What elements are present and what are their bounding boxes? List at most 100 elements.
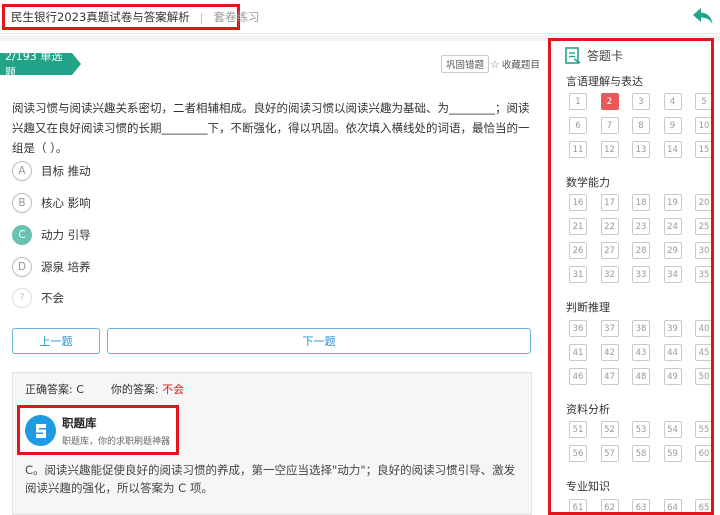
question-number-cell[interactable]: 42 — [600, 344, 619, 361]
question-number-cell[interactable]: 3 — [632, 93, 650, 110]
question-number-cell[interactable]: 46 — [569, 368, 587, 385]
question-number-cell[interactable]: 37 — [600, 320, 619, 337]
question-number-cell[interactable]: 62 — [600, 499, 619, 512]
favorite-label: 收藏题目 — [501, 60, 540, 71]
question-pane: 2/193 单选题 巩固错题 ☆ 收藏题目 阅读习惯与阅读兴趣关系密切，二者相辅… — [0, 41, 548, 515]
question-number-cell[interactable]: 20 — [695, 194, 711, 211]
answer-explanation: C。阅读兴趣能促使良好的阅读习惯的养成，第一空应当选择"动力"；良好的阅读习惯引… — [25, 463, 516, 495]
correct-answer-value: C — [76, 383, 84, 396]
question-number-cell[interactable]: 21 — [569, 218, 587, 235]
question-number-cell[interactable]: 28 — [632, 242, 650, 259]
consolidate-errors-button[interactable]: 巩固错题 — [441, 55, 490, 73]
next-question-button[interactable]: 下一题 — [107, 328, 531, 354]
question-number-cell[interactable]: 43 — [632, 344, 650, 361]
star-icon: ☆ — [490, 57, 500, 71]
question-number-cell[interactable]: 12 — [600, 141, 619, 158]
section-title: 数学能力 — [566, 176, 610, 189]
brand-slogan: 职题库，你的求职刷题神器 — [62, 437, 171, 447]
question-number-cell[interactable]: 5 — [695, 93, 711, 110]
question-number-cell[interactable]: 44 — [663, 344, 682, 361]
question-number-cell[interactable]: 48 — [632, 368, 650, 385]
question-number-cell[interactable]: 7 — [600, 117, 619, 134]
question-number-cell[interactable]: 11 — [569, 141, 587, 158]
question-number-cell[interactable]: 33 — [632, 266, 650, 283]
question-number-cell[interactable]: 54 — [663, 421, 682, 438]
question-number-cell[interactable]: 35 — [695, 266, 711, 283]
question-number-cell[interactable]: 29 — [663, 242, 682, 259]
question-number-cell[interactable]: 40 — [695, 320, 711, 337]
question-number-cell[interactable]: 60 — [695, 445, 711, 462]
question-mark-icon: ? — [12, 288, 32, 308]
question-number-cell[interactable]: 1 — [569, 93, 587, 110]
question-number-cell[interactable]: 13 — [632, 141, 650, 158]
question-number-cell[interactable]: 41 — [569, 344, 587, 361]
title-separator: | — [199, 10, 204, 24]
question-number-cell[interactable]: 24 — [663, 218, 682, 235]
question-number-cell[interactable]: 10 — [695, 117, 711, 134]
practice-mode-label[interactable]: 套卷练习 — [213, 9, 259, 25]
option-text: 源泉 培养 — [41, 260, 91, 274]
question-number-cell[interactable]: 65 — [695, 499, 711, 512]
question-number-cell[interactable]: 14 — [663, 141, 682, 158]
favorite-question-button[interactable]: ☆ 收藏题目 — [490, 55, 540, 73]
question-number-cell[interactable]: 57 — [600, 445, 619, 462]
question-text: 阅读习惯与阅读兴趣关系密切，二者相辅相成。良好的阅读习惯以阅读兴趣为基础、为__… — [12, 101, 530, 155]
option-a[interactable]: A 目标 推动 — [12, 160, 91, 182]
answer-summary: 正确答案: C 你的答案: 不会 — [25, 381, 184, 397]
question-number-cell[interactable]: 36 — [569, 320, 587, 337]
question-number-cell[interactable]: 6 — [569, 117, 587, 134]
question-number-cell[interactable]: 26 — [569, 242, 587, 259]
question-number-cell[interactable]: 38 — [632, 320, 650, 337]
question-number-cell[interactable]: 61 — [569, 499, 587, 512]
title-highlight-box: 民生银行2023真题试卷与答案解析 | 套卷练习 — [2, 4, 259, 30]
question-number-cell[interactable]: 30 — [695, 242, 711, 259]
question-number-cell[interactable]: 59 — [663, 445, 682, 462]
option-text: 不会 — [41, 291, 64, 305]
question-grid: 16 17 18 19 20 21 22 23 24 25 26 27 28 29 30 31 32 33 34 35 — [569, 194, 711, 283]
question-number-cell[interactable]: 49 — [663, 368, 682, 385]
question-number-cell[interactable]: 34 — [663, 266, 682, 283]
question-number-cell[interactable]: 9 — [663, 117, 682, 134]
question-number-cell[interactable]: 63 — [632, 499, 650, 512]
prev-question-button[interactable]: 上一题 — [12, 328, 100, 354]
question-number-cell[interactable]: 23 — [632, 218, 650, 235]
question-number-cell[interactable]: 39 — [663, 320, 682, 337]
question-number-cell[interactable]: 56 — [569, 445, 587, 462]
section-title: 言语理解与表达 — [566, 75, 643, 88]
question-grid: 36 37 38 39 40 41 42 43 44 45 46 47 48 49 50 — [569, 320, 711, 385]
question-number-cell[interactable]: 17 — [600, 194, 619, 211]
answer-card-panel: 答题卡 言语理解与表达 1 2 3 4 5 6 7 8 9 10 11 12 13 14 15 数学能力 1… — [548, 38, 714, 515]
question-number-cell[interactable]: 22 — [600, 218, 619, 235]
question-number-cell[interactable]: 18 — [632, 194, 650, 211]
question-number-cell[interactable]: 47 — [600, 368, 619, 385]
option-d[interactable]: D 源泉 培养 — [12, 256, 91, 278]
question-number-cell[interactable]: 4 — [663, 93, 682, 110]
question-number-cell[interactable]: 55 — [695, 421, 711, 438]
option-text: 动力 引导 — [41, 228, 91, 242]
question-number-cell[interactable]: 31 — [569, 266, 587, 283]
option-dont-know[interactable]: ? 不会 — [12, 287, 64, 309]
question-number-cell[interactable]: 2 — [600, 93, 619, 110]
question-number-cell[interactable]: 51 — [569, 421, 587, 438]
section-title: 判断推理 — [566, 301, 610, 314]
brand-highlight-box: 职题库 职题库，你的求职刷题神器 — [17, 405, 179, 455]
option-b[interactable]: B 核心 影响 — [12, 192, 91, 214]
option-c[interactable]: C 动力 引导 — [12, 224, 91, 246]
question-number-cell[interactable]: 8 — [632, 117, 650, 134]
question-number-cell[interactable]: 19 — [663, 194, 682, 211]
section-title: 资料分析 — [566, 403, 610, 416]
question-number-cell[interactable]: 64 — [663, 499, 682, 512]
question-number-cell[interactable]: 45 — [695, 344, 711, 361]
question-number-cell[interactable]: 58 — [632, 445, 650, 462]
question-number-cell[interactable]: 52 — [600, 421, 619, 438]
question-number-cell[interactable]: 50 — [695, 368, 711, 385]
option-letter: C — [12, 225, 32, 245]
back-arrow-icon[interactable] — [692, 6, 714, 26]
question-number-cell[interactable]: 25 — [695, 218, 711, 235]
question-number-cell[interactable]: 32 — [600, 266, 619, 283]
question-number-cell[interactable]: 16 — [569, 194, 587, 211]
question-number-cell[interactable]: 27 — [600, 242, 619, 259]
question-number-cell[interactable]: 53 — [632, 421, 650, 438]
option-text: 核心 影响 — [41, 196, 91, 210]
question-number-cell[interactable]: 15 — [695, 141, 711, 158]
